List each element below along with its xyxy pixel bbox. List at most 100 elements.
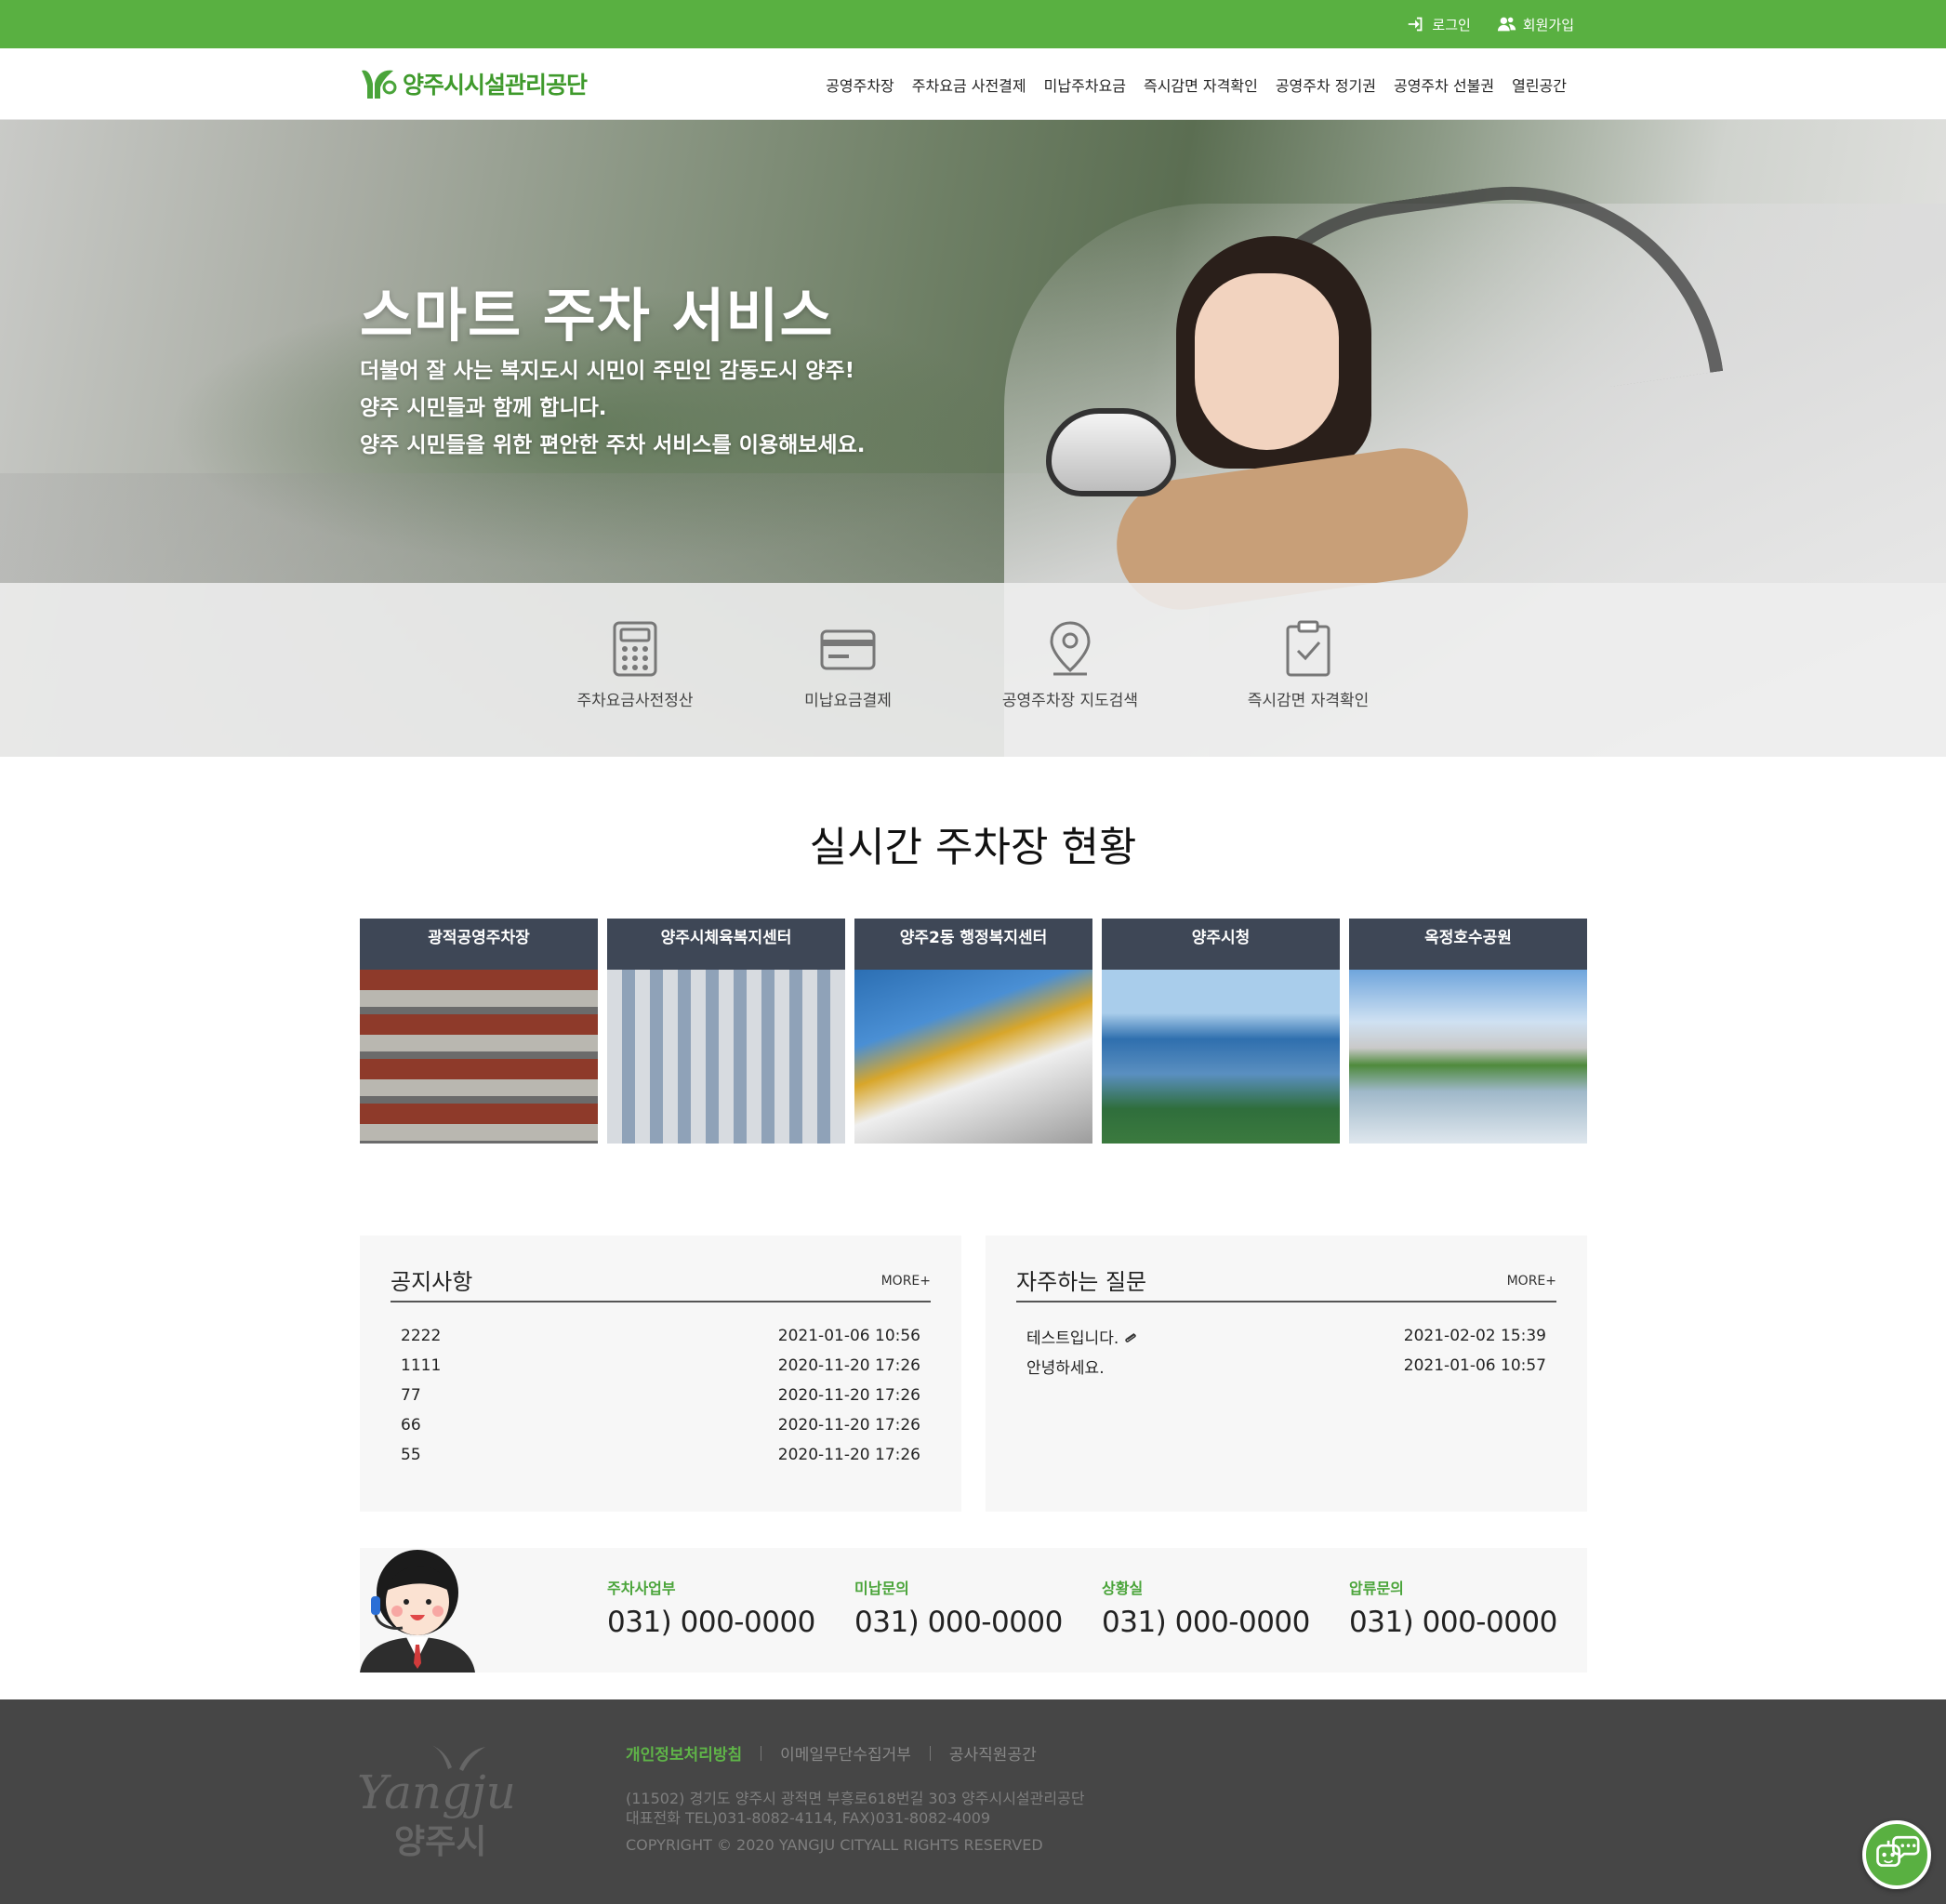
signup-label: 회원가입: [1522, 16, 1574, 33]
notice-row-title: 77: [401, 1386, 421, 1405]
notice-more-link[interactable]: MORE+: [881, 1274, 931, 1289]
contact-phone: 031) 000-0000: [1102, 1606, 1310, 1639]
hero-line-3: 양주 시민들을 위한 편안한 주차 서비스를 이용해보세요.: [360, 433, 866, 457]
faq-row[interactable]: 테스트입니다. 2021-02-02 15:39: [1026, 1321, 1546, 1351]
parking-lot-list: 광적공영주차장 양주시체육복지센터 양주2동 행정복지센터 양주시청 옥정호수공…: [360, 919, 1587, 1144]
parking-lot-photo: [1349, 970, 1587, 1144]
privacy-policy-link[interactable]: 개인정보처리방침: [626, 1741, 742, 1765]
hero-line-2: 양주 시민들과 함께 합니다.: [360, 396, 607, 420]
faq-row-title-wrap: 테스트입니다.: [1026, 1325, 1139, 1348]
contact-control-room: 상황실 031) 000-0000: [1102, 1576, 1310, 1639]
login-icon: [1409, 17, 1423, 32]
parking-lot-card[interactable]: 양주시체육복지센터: [607, 919, 845, 1144]
hero-line-1: 더불어 잘 사는 복지도시 시민이 주민인 감동도시 양주!: [360, 359, 855, 383]
notice-title: 공지사항: [391, 1269, 473, 1295]
hero-woman-face: [1195, 273, 1339, 450]
parking-lot-name: 광적공영주차장: [360, 919, 598, 970]
site-logo[interactable]: 양주시시설관리공단: [360, 67, 588, 100]
footer-phone: 대표전화 TEL)031-8082-4114, FAX)031-8082-400…: [626, 1809, 991, 1827]
hero-title: 스마트 주차 서비스: [360, 282, 834, 350]
chatbot-icon: [1876, 1835, 1920, 1867]
nav-public-parking[interactable]: 공영주차장: [826, 73, 894, 96]
signup-link[interactable]: 회원가입: [1497, 14, 1574, 34]
faq-row[interactable]: 안녕하세요. 2021-01-06 10:57: [1026, 1351, 1546, 1381]
contact-unpaid-inquiry: 미납문의 031) 000-0000: [854, 1576, 1063, 1639]
parking-lot-photo: [854, 970, 1092, 1144]
faq-row-date: 2021-02-02 15:39: [1403, 1327, 1546, 1345]
nav-discount-check[interactable]: 즉시감면 자격확인: [1144, 73, 1258, 96]
parking-lot-name: 양주2동 행정복지센터: [854, 919, 1092, 970]
faq-row-title: 안녕하세요.: [1026, 1358, 1105, 1378]
notice-list: 2222 2021-01-06 10:56 1111 2020-11-20 17:2…: [401, 1321, 920, 1470]
footer-divider: [929, 1745, 931, 1761]
svg-text:양주시: 양주시: [394, 1823, 486, 1861]
notice-row-date: 2021-01-06 10:56: [777, 1327, 920, 1345]
notice-row-date: 2020-11-20 17:26: [777, 1386, 920, 1405]
logo-text: 양주시시설관리공단: [403, 72, 588, 99]
hero-description: 더불어 잘 사는 복지도시 시민이 주민인 감동도시 양주! 양주 시민들과 함…: [360, 352, 865, 464]
notice-row[interactable]: 1111 2020-11-20 17:26: [401, 1351, 920, 1381]
notice-row[interactable]: 77 2020-11-20 17:26: [401, 1381, 920, 1410]
main-nav: 공영주차장 주차요금 사전결제 미납주차요금 즉시감면 자격확인 공영주차 정기…: [826, 48, 1567, 120]
quick-map-search-label: 공영주차장 지도검색: [1001, 692, 1139, 710]
contact-label: 상황실: [1102, 1580, 1144, 1597]
footer-logo: Yangju 양주시: [357, 1745, 516, 1861]
quick-discount-check[interactable]: 즉시감면 자격확인: [1206, 620, 1410, 710]
nav-unpaid-fees[interactable]: 미납주차요금: [1044, 73, 1126, 96]
notice-board: 공지사항 MORE+ 2222 2021-01-06 10:56 1111 2020…: [360, 1236, 961, 1512]
staff-space-link[interactable]: 공사직원공간: [949, 1741, 1037, 1765]
login-label: 로그인: [1432, 16, 1471, 33]
clipboard-check-icon: [1286, 620, 1330, 677]
site-footer: Yangju 양주시 개인정보처리방침 이메일무단수집거부 공사직원공간 (11…: [0, 1699, 1946, 1904]
quick-prepay[interactable]: 주차요금사전정산: [533, 620, 737, 710]
quick-unpaid[interactable]: 미납요금결제: [746, 620, 950, 710]
parking-lot-card[interactable]: 옥정호수공원: [1349, 919, 1587, 1144]
parking-status-title: 실시간 주차장 현황: [809, 824, 1137, 871]
parking-lot-name: 양주시체육복지센터: [607, 919, 845, 970]
footer-address-block: (11502) 경기도 양주시 광적면 부흥로618번길 303 양주시시설관리…: [626, 1789, 1085, 1828]
quick-prepay-label: 주차요금사전정산: [576, 692, 694, 710]
footer-links: 개인정보처리방침 이메일무단수집거부 공사직원공간: [626, 1741, 1037, 1765]
paperclip-icon: [1125, 1332, 1136, 1342]
notice-row[interactable]: 55 2020-11-20 17:26: [401, 1440, 920, 1470]
faq-row-date: 2021-01-06 10:57: [1403, 1356, 1546, 1375]
parking-lot-card[interactable]: 양주2동 행정복지센터: [854, 919, 1092, 1144]
footer-copyright: COPYRIGHT © 2020 YANGJU CITYALL RIGHTS R…: [626, 1836, 1043, 1854]
map-pin-icon: [1050, 621, 1091, 676]
parking-lot-card[interactable]: 양주시청: [1102, 919, 1340, 1144]
faq-row-title: 테스트입니다.: [1026, 1329, 1119, 1348]
notice-row[interactable]: 66 2020-11-20 17:26: [401, 1410, 920, 1440]
faq-board: 자주하는 질문 MORE+ 테스트입니다. 2021-02-02 15:39 안…: [986, 1236, 1587, 1512]
notice-header: 공지사항 MORE+: [391, 1263, 931, 1302]
contact-seizure-inquiry: 압류문의 031) 000-0000: [1349, 1576, 1557, 1639]
contact-label: 미납문의: [854, 1580, 909, 1597]
quick-menu: 주차요금사전정산 미납요금결제 공영주차장 지도검색 즉시감면 자격확인: [0, 583, 1946, 757]
quick-map-search[interactable]: 공영주차장 지도검색: [968, 620, 1172, 710]
faq-title: 자주하는 질문: [1016, 1269, 1147, 1295]
quick-unpaid-label: 미납요금결제: [804, 692, 892, 710]
parking-lot-card[interactable]: 광적공영주차장: [360, 919, 598, 1144]
nav-open-space[interactable]: 열린공간: [1512, 73, 1567, 96]
nav-season-pass[interactable]: 공영주차 정기권: [1276, 73, 1376, 96]
notice-row-title: 2222: [401, 1327, 442, 1345]
contact-label: 압류문의: [1349, 1580, 1404, 1597]
credit-card-icon: [820, 629, 876, 670]
parking-lot-name: 옥정호수공원: [1349, 919, 1587, 970]
faq-list: 테스트입니다. 2021-02-02 15:39 안녕하세요. 2021-01-0…: [1026, 1321, 1546, 1381]
contact-phone: 031) 000-0000: [854, 1606, 1063, 1639]
nav-prepay[interactable]: 주차요금 사전결제: [912, 73, 1026, 96]
chatbot-button[interactable]: [1862, 1820, 1931, 1889]
hero-car-mirror: [1046, 408, 1176, 496]
faq-more-link[interactable]: MORE+: [1507, 1274, 1556, 1289]
call-agent-illustration: [360, 1550, 475, 1673]
email-refusal-link[interactable]: 이메일무단수집거부: [780, 1741, 911, 1765]
notice-row[interactable]: 2222 2021-01-06 10:56: [401, 1321, 920, 1351]
login-link[interactable]: 로그인: [1406, 14, 1471, 34]
notice-row-title: 55: [401, 1446, 421, 1464]
contact-phone: 031) 000-0000: [607, 1606, 815, 1639]
nav-prepaid-pass[interactable]: 공영주차 선불권: [1394, 73, 1494, 96]
quick-discount-check-label: 즉시감면 자격확인: [1247, 692, 1370, 710]
contact-phone: 031) 000-0000: [1349, 1606, 1557, 1639]
notice-row-date: 2020-11-20 17:26: [777, 1446, 920, 1464]
footer-address: (11502) 경기도 양주시 광적면 부흥로618번길 303 양주시시설관리…: [626, 1790, 1085, 1807]
